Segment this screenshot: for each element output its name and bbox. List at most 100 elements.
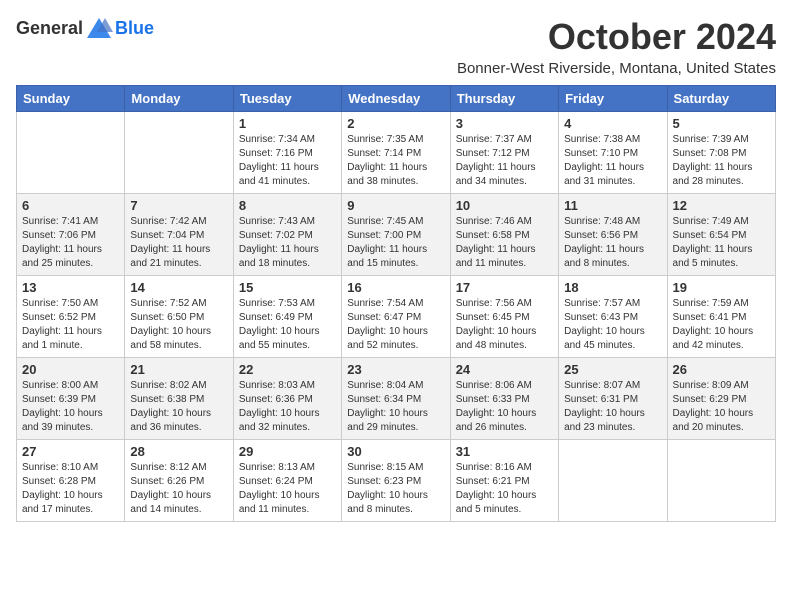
page-header: General Blue October 2024 Bonner-West Ri…: [16, 16, 776, 77]
header-friday: Friday: [559, 86, 667, 112]
day-info: Sunrise: 8:02 AM Sunset: 6:38 PM Dayligh…: [130, 379, 227, 435]
calendar-cell: 15 Sunrise: 7:53 AM Sunset: 6:49 PM Dayli…: [233, 276, 341, 358]
calendar-table: SundayMondayTuesdayWednesdayThursdayFrid…: [16, 85, 776, 522]
day-info: Sunrise: 7:38 AM Sunset: 7:10 PM Dayligh…: [564, 133, 661, 189]
day-number: 12: [673, 198, 770, 213]
week-row-5: 27 Sunrise: 8:10 AM Sunset: 6:28 PM Dayli…: [17, 440, 776, 522]
day-info: Sunrise: 8:12 AM Sunset: 6:26 PM Dayligh…: [130, 461, 227, 517]
header-saturday: Saturday: [667, 86, 775, 112]
day-info: Sunrise: 7:59 AM Sunset: 6:41 PM Dayligh…: [673, 297, 770, 353]
calendar-cell: 16 Sunrise: 7:54 AM Sunset: 6:47 PM Dayli…: [342, 276, 450, 358]
day-info: Sunrise: 7:41 AM Sunset: 7:06 PM Dayligh…: [22, 215, 119, 271]
header-monday: Monday: [125, 86, 233, 112]
calendar-cell: [125, 112, 233, 194]
day-number: 22: [239, 362, 336, 377]
header-sunday: Sunday: [17, 86, 125, 112]
calendar-cell: 23 Sunrise: 8:04 AM Sunset: 6:34 PM Dayli…: [342, 358, 450, 440]
day-info: Sunrise: 7:43 AM Sunset: 7:02 PM Dayligh…: [239, 215, 336, 271]
day-number: 20: [22, 362, 119, 377]
day-number: 17: [456, 280, 553, 295]
calendar-cell: 31 Sunrise: 8:16 AM Sunset: 6:21 PM Dayli…: [450, 440, 558, 522]
day-info: Sunrise: 7:35 AM Sunset: 7:14 PM Dayligh…: [347, 133, 444, 189]
day-number: 19: [673, 280, 770, 295]
location-title: Bonner-West Riverside, Montana, United S…: [457, 60, 776, 77]
day-info: Sunrise: 8:00 AM Sunset: 6:39 PM Dayligh…: [22, 379, 119, 435]
calendar-cell: 22 Sunrise: 8:03 AM Sunset: 6:36 PM Dayli…: [233, 358, 341, 440]
week-row-1: 1Sunrise: 7:34 AM Sunset: 7:16 PM Daylig…: [17, 112, 776, 194]
day-info: Sunrise: 7:53 AM Sunset: 6:49 PM Dayligh…: [239, 297, 336, 353]
calendar-cell: 21Sunrise: 8:02 AM Sunset: 6:38 PM Dayli…: [125, 358, 233, 440]
calendar-cell: 30 Sunrise: 8:15 AM Sunset: 6:23 PM Dayli…: [342, 440, 450, 522]
day-number: 2: [347, 116, 444, 131]
day-number: 30: [347, 444, 444, 459]
day-info: Sunrise: 8:16 AM Sunset: 6:21 PM Dayligh…: [456, 461, 553, 517]
calendar-cell: 19 Sunrise: 7:59 AM Sunset: 6:41 PM Dayli…: [667, 276, 775, 358]
day-info: Sunrise: 8:04 AM Sunset: 6:34 PM Dayligh…: [347, 379, 444, 435]
day-number: 28: [130, 444, 227, 459]
day-info: Sunrise: 8:15 AM Sunset: 6:23 PM Dayligh…: [347, 461, 444, 517]
week-row-2: 6 Sunrise: 7:41 AM Sunset: 7:06 PM Daylig…: [17, 194, 776, 276]
day-info: Sunrise: 7:46 AM Sunset: 6:58 PM Dayligh…: [456, 215, 553, 271]
day-number: 7: [130, 198, 227, 213]
day-number: 16: [347, 280, 444, 295]
day-number: 5: [673, 116, 770, 131]
day-number: 18: [564, 280, 661, 295]
calendar-cell: 1Sunrise: 7:34 AM Sunset: 7:16 PM Daylig…: [233, 112, 341, 194]
header-tuesday: Tuesday: [233, 86, 341, 112]
calendar-cell: 28 Sunrise: 8:12 AM Sunset: 6:26 PM Dayli…: [125, 440, 233, 522]
day-number: 25: [564, 362, 661, 377]
calendar-cell: 4 Sunrise: 7:38 AM Sunset: 7:10 PM Daylig…: [559, 112, 667, 194]
day-info: Sunrise: 7:54 AM Sunset: 6:47 PM Dayligh…: [347, 297, 444, 353]
day-number: 9: [347, 198, 444, 213]
day-info: Sunrise: 8:07 AM Sunset: 6:31 PM Dayligh…: [564, 379, 661, 435]
calendar-cell: 10Sunrise: 7:46 AM Sunset: 6:58 PM Dayli…: [450, 194, 558, 276]
day-info: Sunrise: 7:42 AM Sunset: 7:04 PM Dayligh…: [130, 215, 227, 271]
calendar-cell: 7 Sunrise: 7:42 AM Sunset: 7:04 PM Daylig…: [125, 194, 233, 276]
calendar-cell: 3 Sunrise: 7:37 AM Sunset: 7:12 PM Daylig…: [450, 112, 558, 194]
calendar-cell: 18Sunrise: 7:57 AM Sunset: 6:43 PM Dayli…: [559, 276, 667, 358]
calendar-cell: 25 Sunrise: 8:07 AM Sunset: 6:31 PM Dayli…: [559, 358, 667, 440]
day-number: 13: [22, 280, 119, 295]
logo-general-text: General: [16, 18, 83, 39]
header-thursday: Thursday: [450, 86, 558, 112]
day-info: Sunrise: 7:37 AM Sunset: 7:12 PM Dayligh…: [456, 133, 553, 189]
day-number: 29: [239, 444, 336, 459]
week-row-4: 20 Sunrise: 8:00 AM Sunset: 6:39 PM Dayli…: [17, 358, 776, 440]
day-info: Sunrise: 8:03 AM Sunset: 6:36 PM Dayligh…: [239, 379, 336, 435]
day-number: 24: [456, 362, 553, 377]
day-number: 6: [22, 198, 119, 213]
day-number: 4: [564, 116, 661, 131]
day-number: 27: [22, 444, 119, 459]
day-info: Sunrise: 7:50 AM Sunset: 6:52 PM Dayligh…: [22, 297, 119, 353]
day-info: Sunrise: 8:13 AM Sunset: 6:24 PM Dayligh…: [239, 461, 336, 517]
day-info: Sunrise: 7:49 AM Sunset: 6:54 PM Dayligh…: [673, 215, 770, 271]
day-number: 31: [456, 444, 553, 459]
calendar-cell: 27 Sunrise: 8:10 AM Sunset: 6:28 PM Dayli…: [17, 440, 125, 522]
logo: General Blue: [16, 16, 154, 40]
day-info: Sunrise: 7:45 AM Sunset: 7:00 PM Dayligh…: [347, 215, 444, 271]
calendar-cell: 2 Sunrise: 7:35 AM Sunset: 7:14 PM Daylig…: [342, 112, 450, 194]
calendar-cell: 12 Sunrise: 7:49 AM Sunset: 6:54 PM Dayli…: [667, 194, 775, 276]
day-info: Sunrise: 7:48 AM Sunset: 6:56 PM Dayligh…: [564, 215, 661, 271]
calendar-cell: 17 Sunrise: 7:56 AM Sunset: 6:45 PM Dayli…: [450, 276, 558, 358]
day-info: Sunrise: 8:06 AM Sunset: 6:33 PM Dayligh…: [456, 379, 553, 435]
calendar-cell: [667, 440, 775, 522]
title-section: October 2024 Bonner-West Riverside, Mont…: [457, 16, 776, 77]
calendar-cell: 9 Sunrise: 7:45 AM Sunset: 7:00 PM Daylig…: [342, 194, 450, 276]
day-number: 3: [456, 116, 553, 131]
day-number: 23: [347, 362, 444, 377]
day-info: Sunrise: 7:39 AM Sunset: 7:08 PM Dayligh…: [673, 133, 770, 189]
calendar-cell: 20 Sunrise: 8:00 AM Sunset: 6:39 PM Dayli…: [17, 358, 125, 440]
calendar-cell: [559, 440, 667, 522]
calendar-cell: 11 Sunrise: 7:48 AM Sunset: 6:56 PM Dayli…: [559, 194, 667, 276]
calendar-cell: 24 Sunrise: 8:06 AM Sunset: 6:33 PM Dayli…: [450, 358, 558, 440]
day-info: Sunrise: 8:10 AM Sunset: 6:28 PM Dayligh…: [22, 461, 119, 517]
header-wednesday: Wednesday: [342, 86, 450, 112]
week-row-3: 13 Sunrise: 7:50 AM Sunset: 6:52 PM Dayli…: [17, 276, 776, 358]
day-info: Sunrise: 7:56 AM Sunset: 6:45 PM Dayligh…: [456, 297, 553, 353]
day-number: 15: [239, 280, 336, 295]
day-number: 14: [130, 280, 227, 295]
day-number: 26: [673, 362, 770, 377]
day-number: 11: [564, 198, 661, 213]
day-info: Sunrise: 8:09 AM Sunset: 6:29 PM Dayligh…: [673, 379, 770, 435]
